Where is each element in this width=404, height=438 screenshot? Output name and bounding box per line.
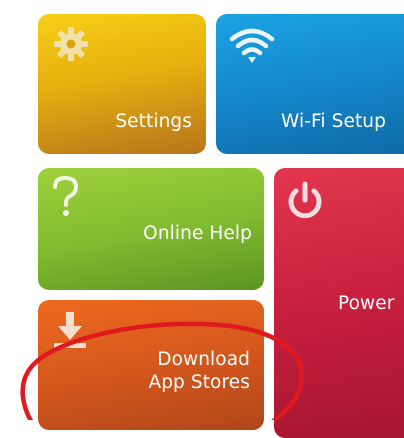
download-app-stores-tile[interactable]: Download App Stores xyxy=(38,300,264,430)
wifi-setup-tile[interactable]: Wi-Fi Setup xyxy=(216,14,404,154)
download-app-stores-label: Download App Stores xyxy=(148,348,250,394)
online-help-label: Online Help xyxy=(143,223,252,244)
download-icon xyxy=(54,312,86,348)
wifi-icon xyxy=(229,28,275,63)
power-icon xyxy=(288,181,322,219)
download-label-line2: App Stores xyxy=(148,372,250,393)
power-tile[interactable]: Power xyxy=(274,168,404,438)
wifi-setup-label: Wi-Fi Setup xyxy=(281,111,386,132)
download-label-line1: Download xyxy=(157,349,250,370)
online-help-tile[interactable]: Online Help xyxy=(38,168,264,290)
settings-label: Settings xyxy=(115,111,192,132)
settings-tile[interactable]: Settings xyxy=(38,14,206,154)
power-label: Power xyxy=(338,293,395,314)
gear-icon xyxy=(54,27,88,61)
question-mark-icon xyxy=(53,175,79,216)
